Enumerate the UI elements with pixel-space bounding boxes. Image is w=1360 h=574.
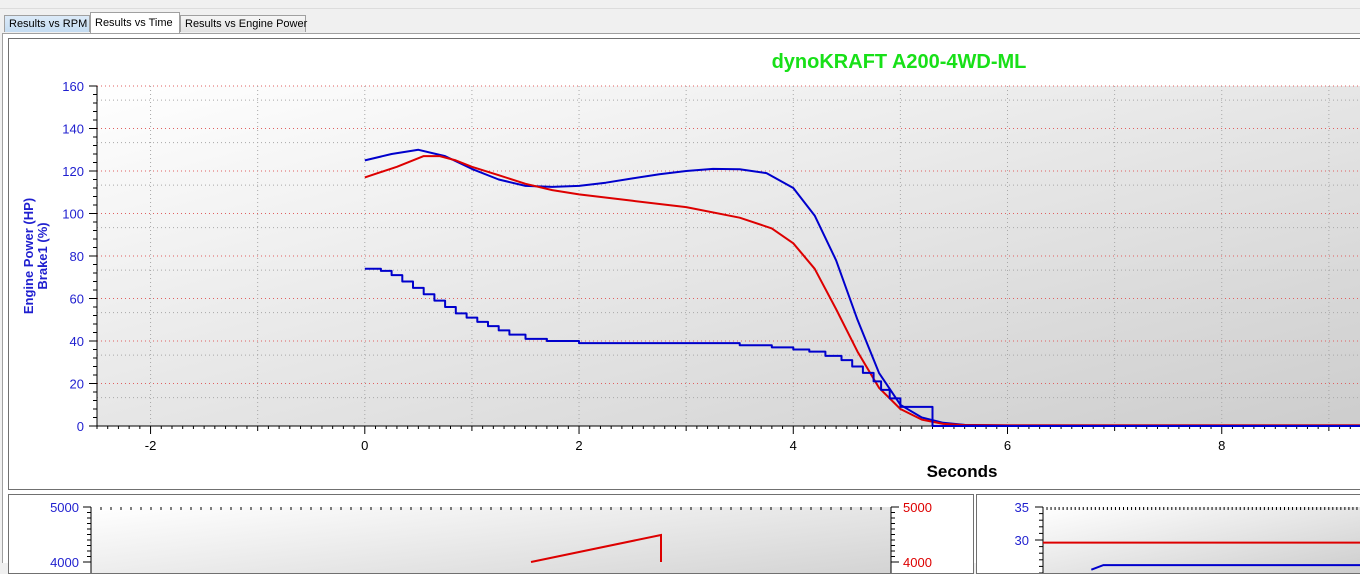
y-tick-label: 5000	[50, 500, 79, 515]
rpm-chart: 4000 5000 4000 5000	[50, 500, 932, 573]
window-top-strip	[0, 0, 1360, 9]
x-tick-label: 0	[361, 438, 368, 453]
y-tick-label: 4000	[50, 555, 79, 570]
plot-area	[1043, 507, 1360, 573]
y-tick-label: 160	[62, 79, 84, 94]
y2-tick-label: 4000	[903, 555, 932, 570]
x-tick-label: 4	[790, 438, 797, 453]
plot-area	[91, 507, 891, 573]
plot-area	[97, 86, 1360, 426]
x-axis-label: Seconds	[927, 462, 998, 481]
x-tick-label: 6	[1004, 438, 1011, 453]
y-tick-label: 120	[62, 164, 84, 179]
y-tick-label: 35	[1015, 500, 1029, 515]
y-tick-label: 140	[62, 122, 84, 137]
chart-title: dynoKRAFT A200-4WD-ML	[772, 51, 1027, 73]
y-axis-label-brake1: Brake1 (%)	[35, 222, 50, 289]
y-tick-label: 40	[70, 334, 84, 349]
main-chart-panel: dynoKRAFT A200-4WD-ML 0 20 40 60 80 100 120 140 1…	[8, 38, 1360, 490]
rpm-chart-panel: 4000 5000 4000 5000	[8, 494, 974, 574]
y-tick-label: 30	[1015, 533, 1029, 548]
y-tick-label: 0	[77, 419, 84, 434]
y-tick-label: 100	[62, 207, 84, 222]
tab-results-vs-engine-power[interactable]: Results vs Engine Power	[180, 15, 307, 32]
y-axis-label-engine-power: Engine Power (HP)	[21, 198, 36, 314]
y2-tick-label: 5000	[903, 500, 932, 515]
y-tick-label: 20	[70, 377, 84, 392]
y-tick-label: 60	[70, 292, 84, 307]
third-chart: 30 35	[1015, 500, 1360, 573]
third-chart-panel: 30 35	[976, 494, 1360, 574]
x-tick-label: 2	[575, 438, 582, 453]
y-tick-label: 80	[70, 249, 84, 264]
x-tick-label: 8	[1218, 438, 1225, 453]
x-tick-label: -2	[145, 438, 157, 453]
main-chart: dynoKRAFT A200-4WD-ML0204060801001201401…	[21, 51, 1360, 481]
tab-results-vs-time[interactable]: Results vs Time	[90, 12, 180, 33]
tab-results-vs-rpm[interactable]: Results vs RPM	[4, 15, 90, 32]
